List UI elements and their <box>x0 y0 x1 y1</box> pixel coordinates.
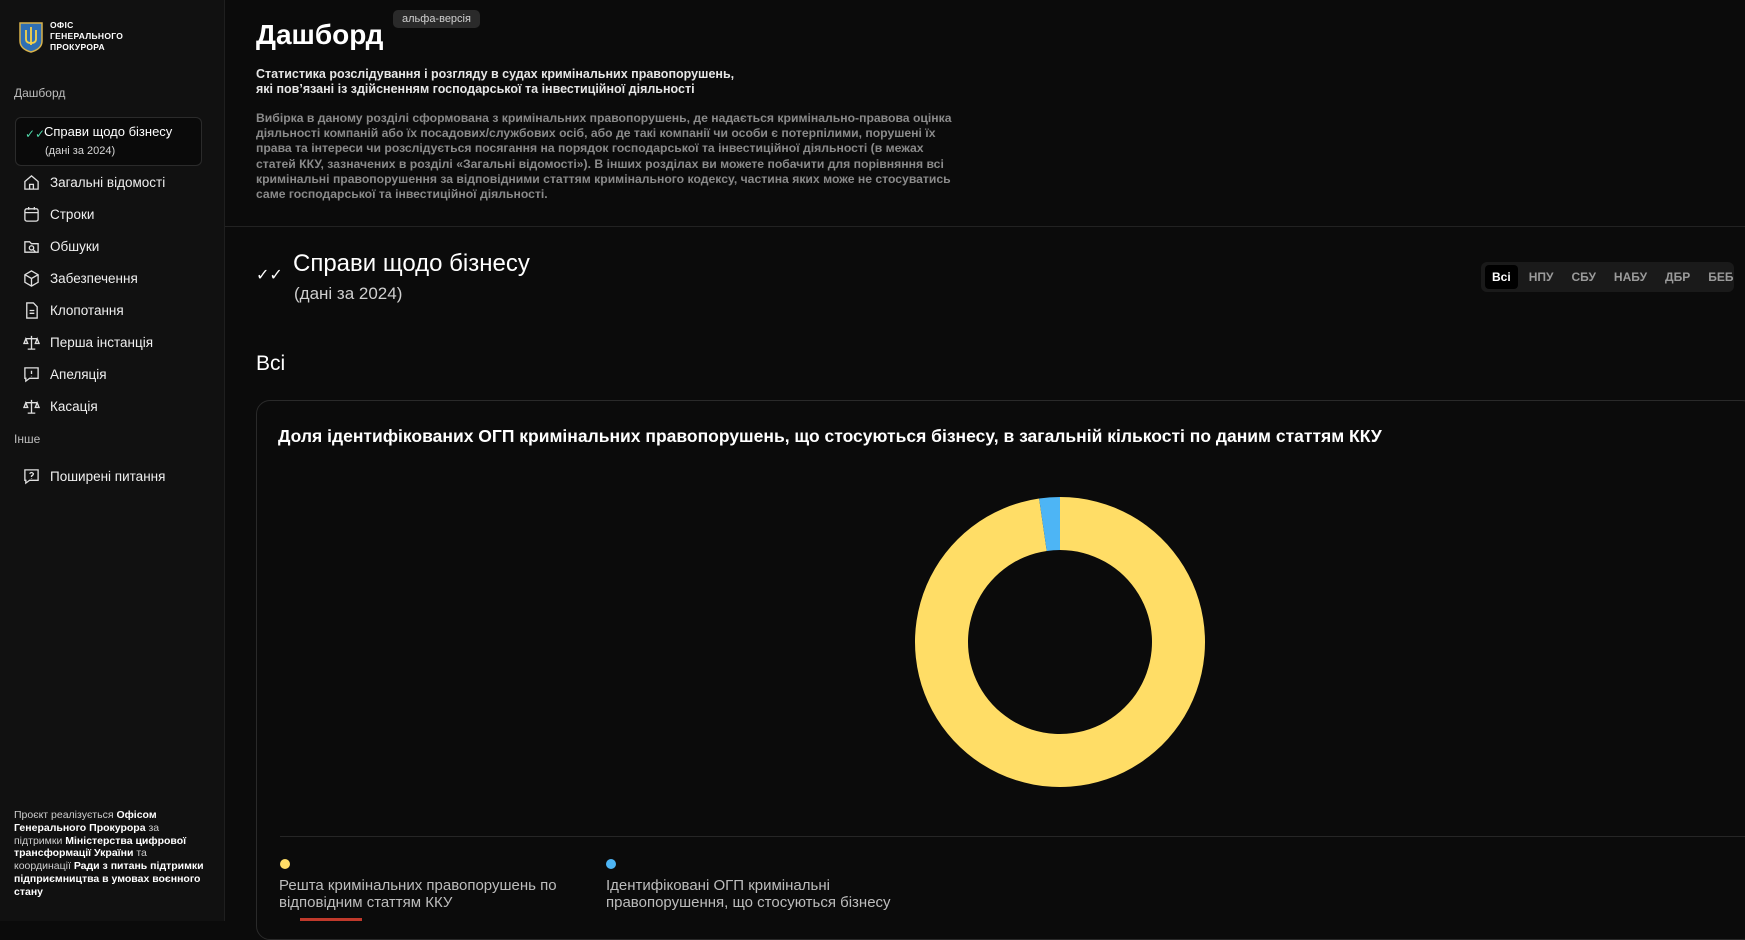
filter-dbr[interactable]: ДБР <box>1658 265 1697 289</box>
sidebar-item-label: Клопотання <box>50 302 124 318</box>
sidebar-item-sublabel: (дані за 2024) <box>45 145 116 157</box>
home-icon <box>24 174 39 190</box>
scales-icon <box>23 399 40 414</box>
sidebar-item-appeal[interactable]: Апеляція <box>23 364 107 384</box>
sidebar-item-securing[interactable]: Забезпечення <box>23 268 138 288</box>
sidebar-item-label: Загальні відомості <box>50 174 166 190</box>
sidebar-item-faq[interactable]: Поширені питання <box>23 466 165 486</box>
sidebar-item-label: Апеляція <box>50 366 107 382</box>
chart-title: Доля ідентифікованих ОГП кримінальних пр… <box>278 426 1382 446</box>
filter-beb[interactable]: БЕБ <box>1701 265 1740 289</box>
filter-nabu[interactable]: НАБУ <box>1607 265 1654 289</box>
section-label-dashboard: Дашборд <box>14 86 66 100</box>
section-label-other: Інше <box>14 432 41 446</box>
logo-text: ОФІС ГЕНЕРАЛЬНОГО ПРОКУРОРА <box>50 20 124 52</box>
double-check-icon: ✓✓ <box>25 127 46 141</box>
page-title: Дашборд <box>256 19 384 50</box>
sidebar-item-label: Справи щодо бізнесу <box>44 124 173 139</box>
sidebar-item-label: Забезпечення <box>50 270 138 286</box>
question-icon <box>24 468 39 484</box>
sidebar-item-general[interactable]: Загальні відомості <box>23 172 165 192</box>
logo[interactable]: ОФІС ГЕНЕРАЛЬНОГО ПРОКУРОРА <box>18 20 130 53</box>
group-title: Всі <box>256 352 286 375</box>
legend-label-identified: Ідентифіковані ОГП кримінальні правопору… <box>606 877 891 911</box>
sidebar-item-label: Обшуки <box>50 238 100 254</box>
filter-sbu[interactable]: СБУ <box>1564 265 1602 289</box>
alpha-badge: альфа-версія <box>393 10 480 28</box>
page-subtitle: Статистика розслідування і розгляду в су… <box>256 67 735 96</box>
page-description: Вибірка в даному розділі сформована з кр… <box>256 111 952 202</box>
agency-filter-tabs: Всі НПУ СБУ НАБУ ДБР БЕБ <box>1481 262 1734 292</box>
sidebar-item-cassation[interactable]: Касація <box>23 396 98 416</box>
sidebar-item-label: Поширені питання <box>50 468 166 484</box>
trident-emblem-icon <box>19 21 43 53</box>
document-icon <box>26 301 38 319</box>
calendar-icon <box>24 206 39 222</box>
alert-message-icon <box>24 366 39 382</box>
legend-label-rest: Решта кримінальних правопорушень по відп… <box>279 877 557 911</box>
sidebar-item-label: Строки <box>50 206 95 222</box>
filter-all[interactable]: Всі <box>1485 265 1518 289</box>
footer-note: Проєкт реалізується Офісом Генерального … <box>14 809 204 898</box>
scales-icon <box>23 335 40 350</box>
sidebar-item-deadlines[interactable]: Строки <box>23 204 94 224</box>
section-title: Справи щодо бізнесу <box>293 250 530 277</box>
legend-divider <box>280 836 1745 837</box>
double-check-icon: ✓✓ <box>256 267 283 284</box>
legend-dot-identified <box>606 859 616 869</box>
sidebar-item-label: Перша інстанція <box>50 334 154 350</box>
box-icon <box>24 269 39 287</box>
sidebar-item-motions[interactable]: Клопотання <box>23 300 124 320</box>
section-subtitle: (дані за 2024) <box>294 284 403 303</box>
donut-chart <box>915 497 1205 787</box>
sidebar-item-label: Касація <box>50 398 98 414</box>
filter-npu[interactable]: НПУ <box>1522 265 1561 289</box>
search-folder-icon <box>24 240 39 253</box>
sidebar-item-searches[interactable]: Обшуки <box>23 236 99 256</box>
legend-dot-rest <box>280 859 290 869</box>
sidebar-item-business-cases[interactable]: ✓✓ Справи щодо бізнесу (дані за 2024) <box>15 117 202 166</box>
sidebar: ОФІС ГЕНЕРАЛЬНОГО ПРОКУРОРА Дашборд ✓✓ С… <box>0 0 225 921</box>
sidebar-item-first-instance[interactable]: Перша інстанція <box>23 332 153 352</box>
